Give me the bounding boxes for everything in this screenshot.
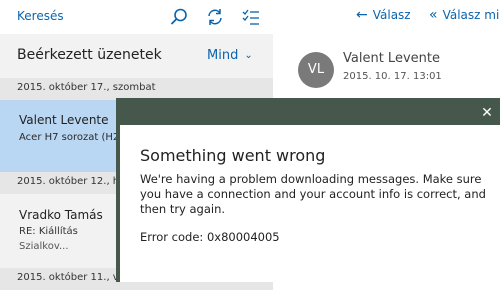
- reply-all-arrow-icon: «: [429, 7, 438, 23]
- subject-line: RE: Kiállítás: [19, 226, 78, 237]
- sync-icon[interactable]: [205, 7, 225, 27]
- filter-label: Mind: [207, 48, 239, 63]
- error-code: Error code: 0x80004005: [140, 230, 280, 244]
- select-mode-icon[interactable]: [241, 7, 261, 27]
- folder-title: Beérkezett üzenetek: [17, 47, 162, 63]
- sender-name: Valent Levente: [343, 51, 440, 66]
- reply-button[interactable]: ← Válasz: [356, 7, 411, 23]
- search-input[interactable]: Keresés: [17, 9, 64, 23]
- search-icon[interactable]: [169, 7, 189, 27]
- sender-name: Valent Levente: [19, 113, 109, 127]
- message-date: 2015. 10. 17. 13:01: [343, 71, 442, 82]
- search-bar: Keresés: [0, 0, 273, 34]
- dialog-title: Something went wrong: [140, 146, 326, 165]
- preview-text: Szialkov...: [19, 241, 69, 252]
- sender-name: Vradko Tamás: [19, 208, 103, 222]
- date-group-header: 2015. október 17., szombat: [0, 78, 273, 100]
- subject-line: Acer H7 sorozat (H2...: [19, 132, 129, 143]
- dialog-message: We're having a problem downloading messa…: [140, 172, 486, 216]
- reply-arrow-icon: ←: [356, 7, 368, 23]
- chevron-down-icon: ⌄: [244, 50, 253, 61]
- close-icon[interactable]: ✕: [478, 104, 496, 122]
- avatar: VL: [298, 52, 334, 88]
- reply-all-button[interactable]: «Válasz min: [429, 7, 500, 23]
- filter-dropdown[interactable]: Mind ⌄: [207, 48, 253, 63]
